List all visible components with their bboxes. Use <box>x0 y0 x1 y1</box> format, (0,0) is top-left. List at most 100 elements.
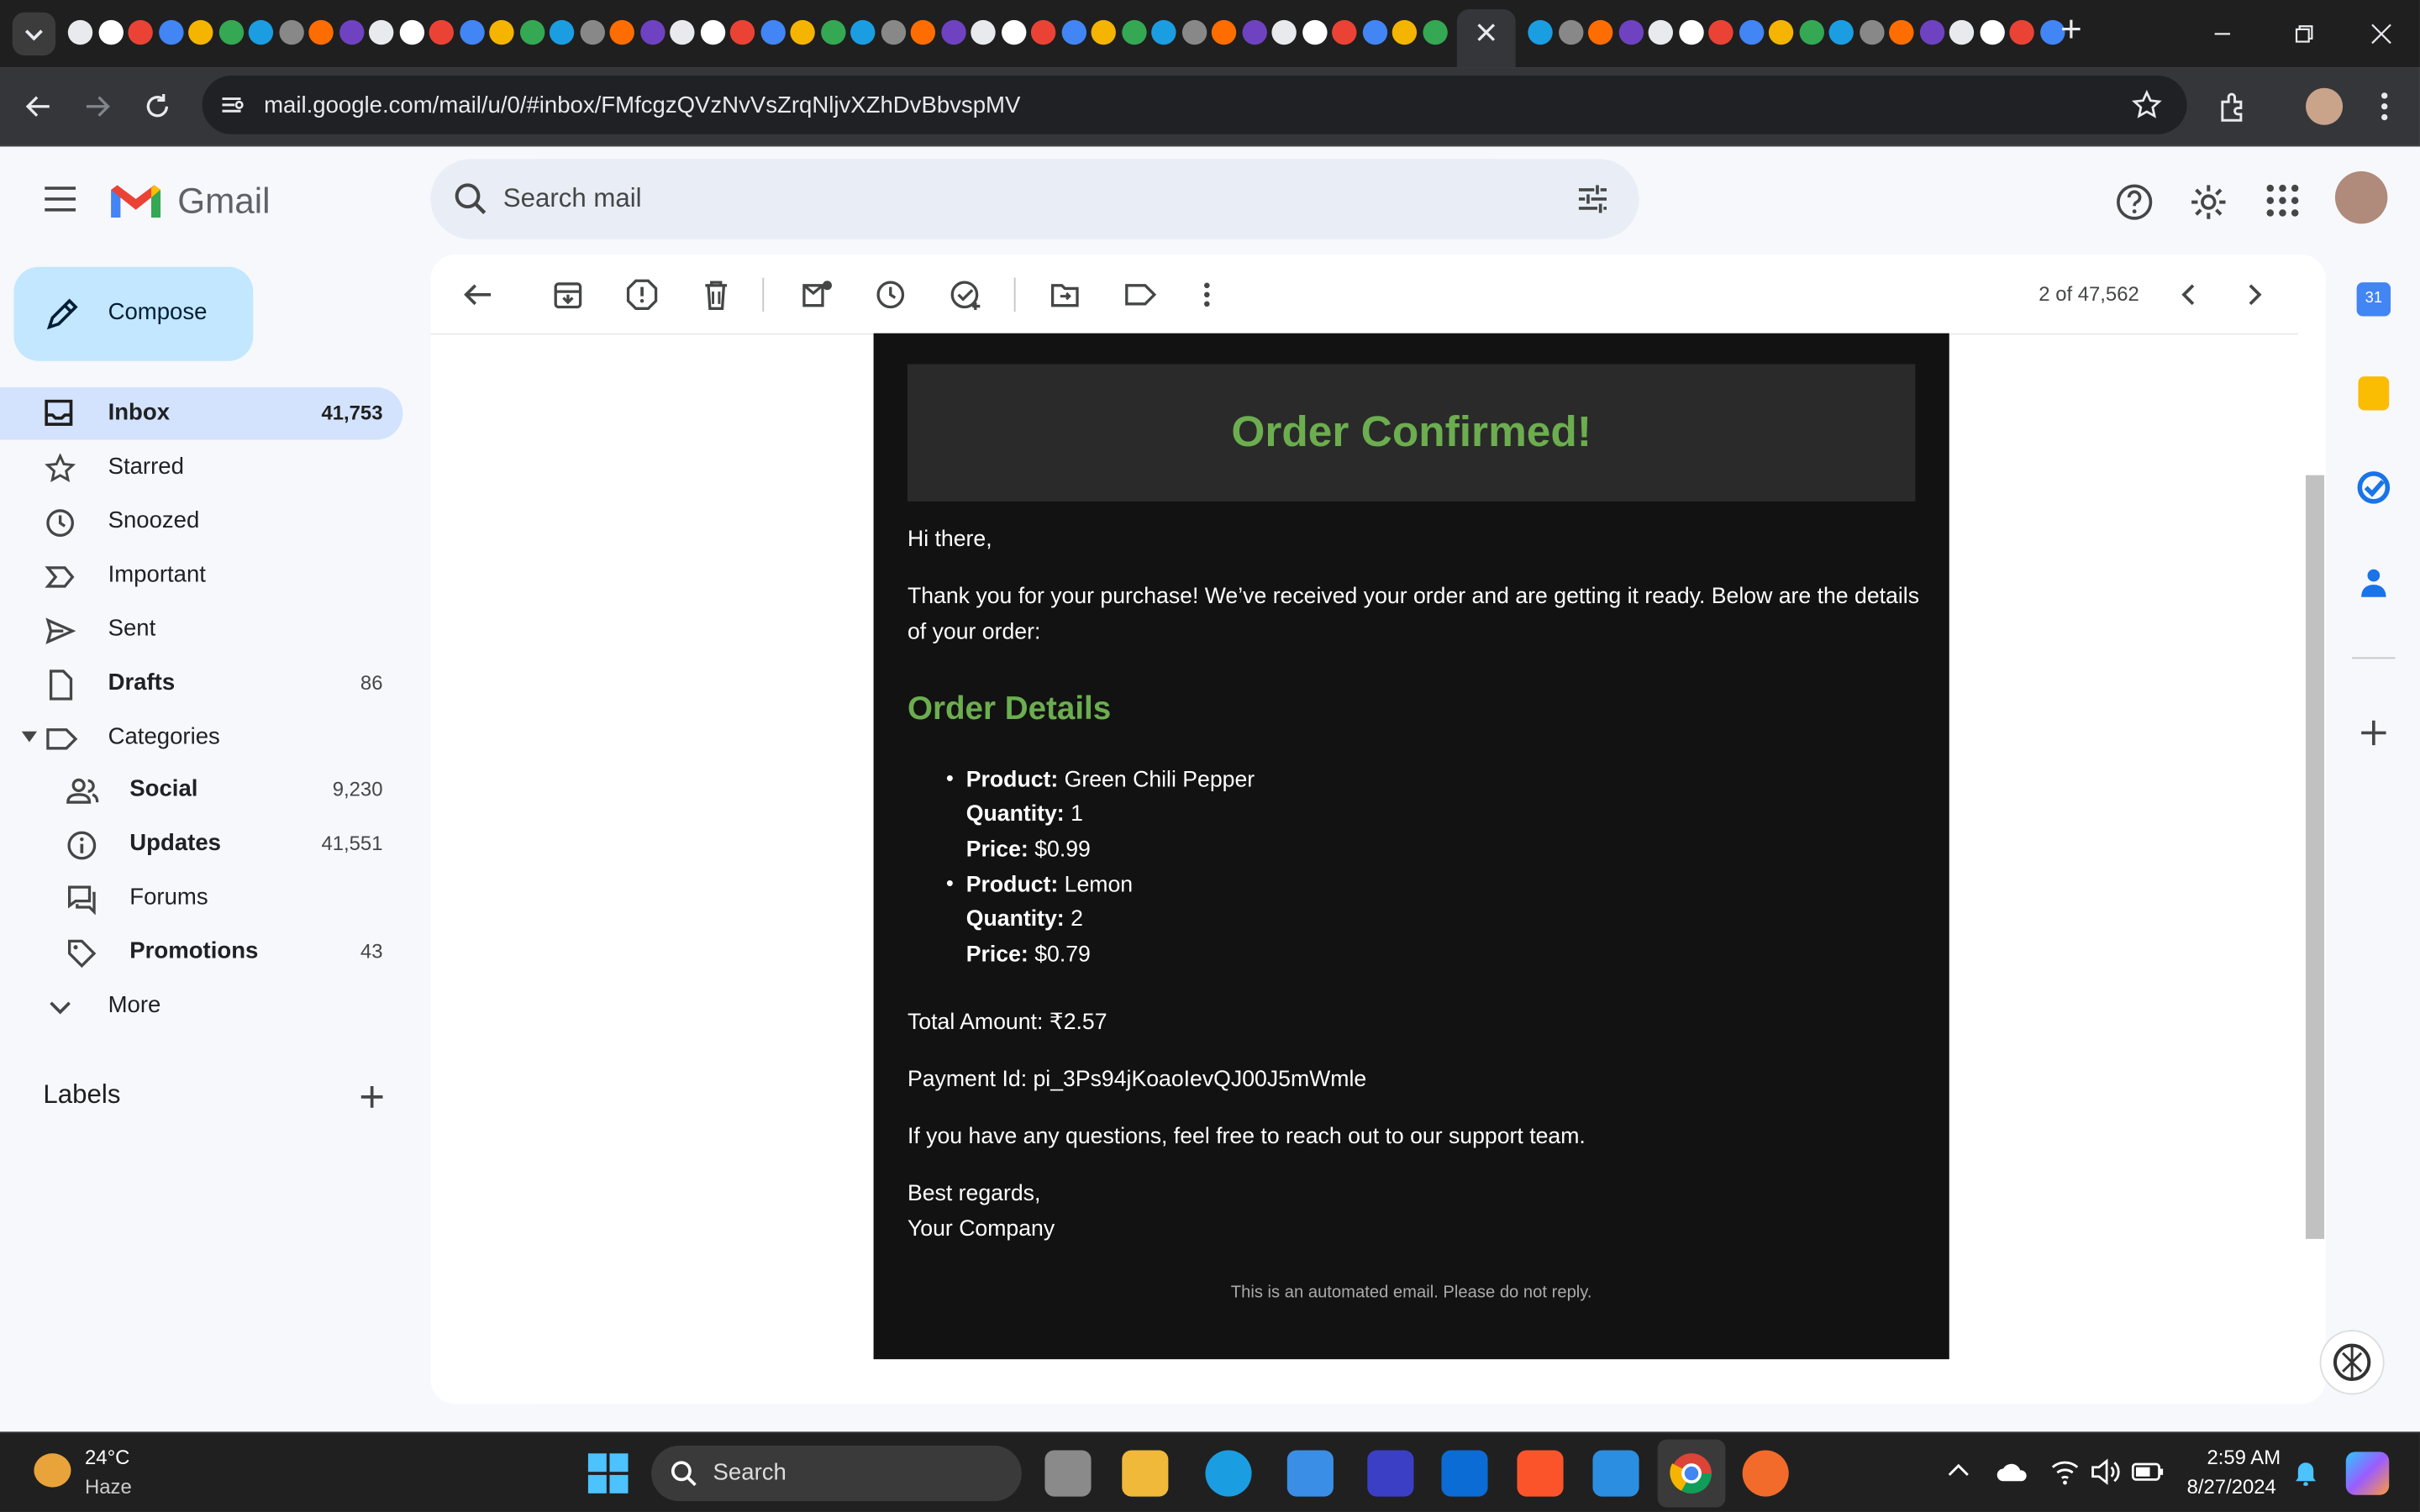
tab-favicon-icon[interactable] <box>1587 19 1613 45</box>
report-spam-icon[interactable] <box>626 279 658 310</box>
tab-favicon-icon[interactable] <box>910 19 936 45</box>
account-avatar[interactable] <box>2334 171 2388 224</box>
tab-favicon-icon[interactable] <box>760 19 785 45</box>
mark-unread-icon[interactable] <box>801 279 834 310</box>
tab-favicon-icon[interactable] <box>1121 19 1146 45</box>
tab-favicon-icon[interactable] <box>699 19 725 45</box>
forward-icon[interactable] <box>81 90 114 123</box>
tab-favicon-icon[interactable] <box>218 19 244 45</box>
tab-favicon-icon[interactable] <box>1859 19 1884 45</box>
tab-favicon-icon[interactable] <box>128 19 153 45</box>
contacts-icon[interactable] <box>2357 564 2391 598</box>
tasks-icon[interactable] <box>2357 470 2391 504</box>
volume-icon[interactable] <box>2090 1458 2121 1486</box>
tab-favicon-icon[interactable] <box>1678 19 1703 45</box>
tab-favicon-icon[interactable] <box>188 19 213 45</box>
wifi-icon[interactable] <box>2051 1458 2079 1486</box>
snooze-clock-icon[interactable] <box>875 279 906 310</box>
active-tab[interactable] <box>1456 9 1516 68</box>
tab-favicon-icon[interactable] <box>248 19 274 45</box>
tab-favicon-icon[interactable] <box>1708 19 1733 45</box>
weather-icon[interactable] <box>34 1453 71 1488</box>
tab-favicon-icon[interactable] <box>1889 19 1914 45</box>
tab-favicon-icon[interactable] <box>729 19 755 45</box>
older-chevron-icon[interactable] <box>2239 279 2270 310</box>
weather-temp[interactable]: 24°C <box>85 1446 129 1469</box>
search-icon[interactable] <box>452 181 489 218</box>
nav-important[interactable]: Important <box>0 549 402 601</box>
brave-icon[interactable] <box>1517 1450 1564 1497</box>
keep-icon[interactable] <box>2358 376 2390 411</box>
tab-favicon-icon[interactable] <box>820 19 845 45</box>
tab-favicon-icon[interactable] <box>880 19 906 45</box>
tab-favicon-icon[interactable] <box>1181 19 1207 45</box>
reload-icon[interactable] <box>140 90 174 123</box>
help-icon[interactable] <box>2114 182 2154 223</box>
taskbar-search[interactable]: Search <box>651 1445 1022 1502</box>
tab-favicon-icon[interactable] <box>1979 19 2004 45</box>
windows-start-icon[interactable] <box>587 1453 629 1494</box>
tab-favicon-icon[interactable] <box>1302 19 1327 45</box>
tab-favicon-icon[interactable] <box>639 19 665 45</box>
main-menu-icon[interactable] <box>43 184 76 215</box>
tab-favicon-icon[interactable] <box>1271 19 1297 45</box>
tab-favicon-icon[interactable] <box>850 19 876 45</box>
get-addons-plus-icon[interactable] <box>2358 717 2389 748</box>
tab-favicon-icon[interactable] <box>579 19 605 45</box>
add-label-icon[interactable] <box>358 1083 386 1110</box>
move-to-folder-icon[interactable] <box>1050 279 1081 310</box>
nav-more[interactable]: More <box>0 979 402 1032</box>
tab-favicon-icon[interactable] <box>549 19 575 45</box>
profile-avatar[interactable] <box>2306 87 2344 125</box>
tab-favicon-icon[interactable] <box>489 19 514 45</box>
tab-favicon-icon[interactable] <box>1211 19 1237 45</box>
more-options-icon[interactable] <box>1197 279 1216 310</box>
settings-gear-icon[interactable] <box>2188 182 2228 223</box>
restore-icon[interactable] <box>2289 18 2320 50</box>
close-window-icon[interactable] <box>2366 18 2397 50</box>
task-view-icon[interactable] <box>1044 1450 1092 1497</box>
tab-favicon-icon[interactable] <box>1558 19 1583 45</box>
label-as-icon[interactable] <box>1123 279 1157 310</box>
address-bar[interactable]: mail.google.com/mail/u/0/#inbox/FMfcgzQV… <box>202 75 2187 134</box>
tab-favicon-icon[interactable] <box>1798 19 1824 45</box>
add-task-icon[interactable] <box>950 279 983 311</box>
tab-favicon-icon[interactable] <box>1001 19 1026 45</box>
clock-date[interactable]: 8/27/2024 <box>2187 1475 2276 1499</box>
tab-favicon-icon[interactable] <box>158 19 183 45</box>
nav-sent[interactable]: Sent <box>0 603 402 655</box>
back-icon[interactable] <box>22 90 55 123</box>
nav-updates[interactable]: Updates 41,551 <box>0 817 402 869</box>
compose-button[interactable]: Compose <box>13 266 254 361</box>
tab-favicon-icon[interactable] <box>97 19 124 45</box>
tab-favicon-icon[interactable] <box>278 19 303 45</box>
tab-favicon-icon[interactable] <box>1949 19 1975 45</box>
vscode-icon[interactable] <box>1592 1450 1639 1497</box>
newer-chevron-icon[interactable] <box>2173 279 2204 310</box>
tab-favicon-icon[interactable] <box>971 19 996 45</box>
copilot-icon[interactable] <box>2345 1452 2390 1495</box>
tab-favicon-icon[interactable] <box>67 19 93 45</box>
tab-favicon-icon[interactable] <box>1918 19 1944 45</box>
chrome-taskbar-active[interactable] <box>1657 1439 1726 1508</box>
tab-favicon-icon[interactable] <box>670 19 695 45</box>
chrome-menu-icon[interactable] <box>2369 90 2400 123</box>
search-input[interactable]: Search mail <box>503 184 642 215</box>
clock-time[interactable]: 2:59 AM <box>2207 1446 2281 1469</box>
nav-categories[interactable]: Categories <box>0 711 402 764</box>
tab-favicon-icon[interactable] <box>940 19 965 45</box>
extensions-icon[interactable] <box>2217 90 2250 123</box>
nav-social[interactable]: Social 9,230 <box>0 764 402 816</box>
gmail-logo-text[interactable]: Gmail <box>177 181 270 223</box>
site-info-icon[interactable] <box>218 91 245 118</box>
tab-favicon-icon[interactable] <box>1768 19 1794 45</box>
tab-favicon-icon[interactable] <box>1422 19 1447 45</box>
tab-favicon-icon[interactable] <box>1618 19 1644 45</box>
archive-icon[interactable] <box>553 279 584 310</box>
tab-favicon-icon[interactable] <box>1648 19 1673 45</box>
tab-favicon-icon[interactable] <box>398 19 424 45</box>
tab-favicon-icon[interactable] <box>790 19 815 45</box>
outlook-icon[interactable] <box>1441 1450 1488 1497</box>
apps-grid-icon[interactable] <box>2265 184 2299 218</box>
chatgpt-extension-button[interactable] <box>2319 1330 2385 1395</box>
